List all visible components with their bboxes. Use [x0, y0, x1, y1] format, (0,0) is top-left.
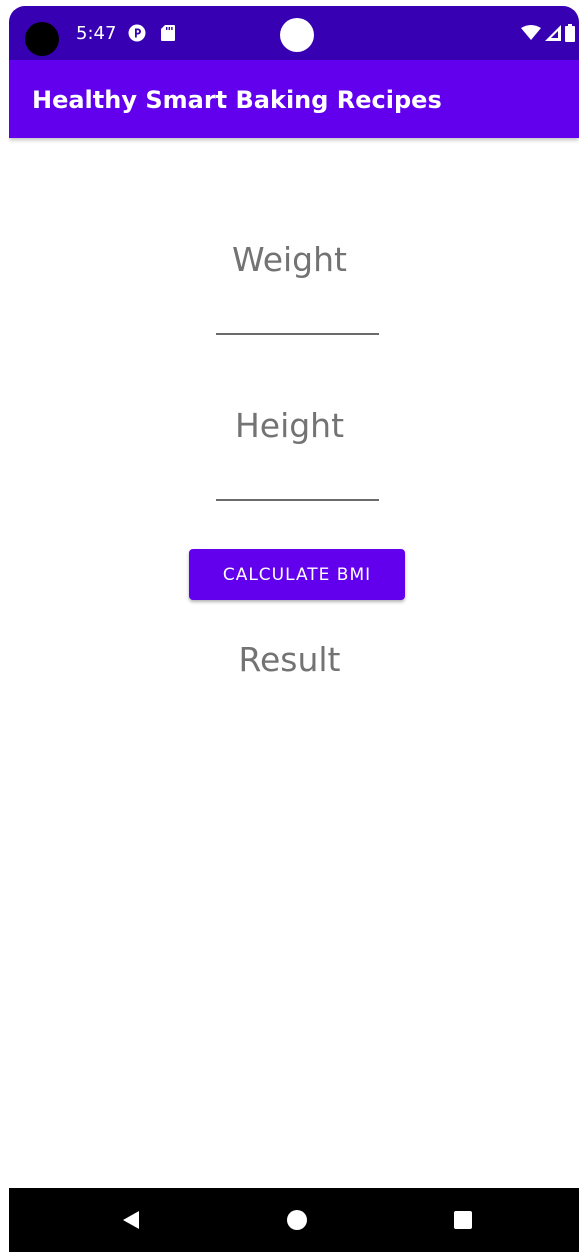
height-input[interactable] — [216, 499, 379, 501]
sd-card-icon — [161, 25, 175, 41]
calculate-bmi-button[interactable]: CALCULATE BMI — [189, 549, 405, 600]
navigation-bar — [9, 1188, 579, 1252]
recents-icon[interactable] — [454, 1211, 472, 1229]
status-right-icons — [521, 24, 575, 42]
status-center-dot-icon — [280, 18, 314, 52]
home-icon[interactable] — [287, 1210, 307, 1230]
camera-hole-icon — [25, 22, 59, 56]
app-screen: 5:47 Healthy Smart Baking Recipes — [9, 6, 579, 1252]
wifi-icon — [521, 25, 541, 40]
weight-label: Weight — [232, 240, 347, 279]
status-time: 5:47 — [76, 23, 117, 44]
signal-icon — [545, 25, 561, 41]
result-label: Result — [238, 640, 341, 679]
back-icon[interactable] — [121, 1210, 141, 1230]
app-title: Healthy Smart Baking Recipes — [32, 86, 442, 114]
battery-icon — [565, 24, 575, 42]
notification-app-icon — [128, 24, 146, 42]
weight-input[interactable] — [216, 333, 379, 335]
status-bar: 5:47 — [9, 6, 579, 60]
height-label: Height — [234, 406, 345, 445]
app-bar: Healthy Smart Baking Recipes — [9, 60, 579, 138]
